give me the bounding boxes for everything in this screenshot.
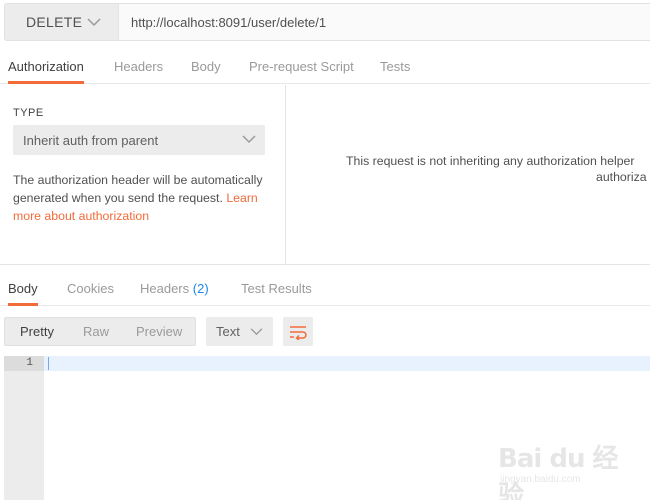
url-bar: DELETE bbox=[0, 0, 650, 43]
headers-count-badge: (2) bbox=[192, 281, 209, 296]
tab-response-body[interactable]: Body bbox=[8, 274, 38, 306]
auth-type-select[interactable]: Inherit auth from parent bbox=[13, 125, 265, 155]
preview-button[interactable]: Preview bbox=[136, 324, 182, 339]
tab-response-headers-label: Headers bbox=[140, 281, 190, 296]
method-dropdown[interactable]: DELETE bbox=[4, 3, 118, 41]
text-caret bbox=[48, 357, 49, 370]
method-label: DELETE bbox=[26, 14, 83, 30]
tab-headers[interactable]: Headers bbox=[114, 52, 163, 84]
view-mode-group: Pretty Raw Preview bbox=[4, 317, 196, 346]
wrap-lines-button[interactable] bbox=[283, 317, 313, 346]
chevron-down-icon bbox=[87, 18, 101, 27]
tab-cookies[interactable]: Cookies bbox=[67, 274, 114, 306]
tab-pre-request-script[interactable]: Pre-request Script bbox=[249, 52, 354, 84]
authorization-panel: TYPE Inherit auth from parent The author… bbox=[0, 85, 650, 265]
tab-body[interactable]: Body bbox=[191, 52, 221, 84]
response-tabs: Body Cookies Headers (2) Test Results bbox=[0, 274, 650, 306]
tab-authorization[interactable]: Authorization bbox=[8, 52, 84, 84]
pretty-button[interactable]: Pretty bbox=[20, 324, 54, 339]
auth-settings: TYPE Inherit auth from parent The author… bbox=[0, 85, 286, 265]
raw-button[interactable]: Raw bbox=[83, 324, 109, 339]
active-line bbox=[44, 356, 650, 371]
line-number: 1 bbox=[4, 356, 44, 371]
auth-message-cont: authoriza bbox=[596, 170, 647, 184]
tab-response-headers[interactable]: Headers (2) bbox=[140, 274, 209, 306]
chevron-down-icon bbox=[242, 135, 256, 144]
line-gutter bbox=[4, 356, 44, 500]
baidu-watermark: Bai du 经验 jingyan.baidu.com bbox=[498, 428, 638, 500]
url-input[interactable] bbox=[118, 3, 650, 41]
tab-test-results[interactable]: Test Results bbox=[241, 274, 312, 306]
request-tabs: Authorization Headers Body Pre-request S… bbox=[0, 52, 650, 84]
watermark-logo: Bai du 经验 bbox=[498, 444, 619, 500]
auth-message: This request is not inheriting any autho… bbox=[346, 154, 635, 168]
auth-description: The authorization header will be automat… bbox=[13, 171, 275, 225]
tab-tests[interactable]: Tests bbox=[380, 52, 410, 84]
chevron-down-icon bbox=[250, 328, 263, 336]
wrap-lines-icon bbox=[290, 325, 307, 340]
format-select[interactable]: Text bbox=[206, 317, 273, 346]
auth-type-label: TYPE bbox=[13, 107, 44, 119]
watermark-url: jingyan.baidu.com bbox=[500, 474, 581, 485]
auth-type-value: Inherit auth from parent bbox=[23, 133, 159, 148]
format-value: Text bbox=[216, 324, 240, 339]
